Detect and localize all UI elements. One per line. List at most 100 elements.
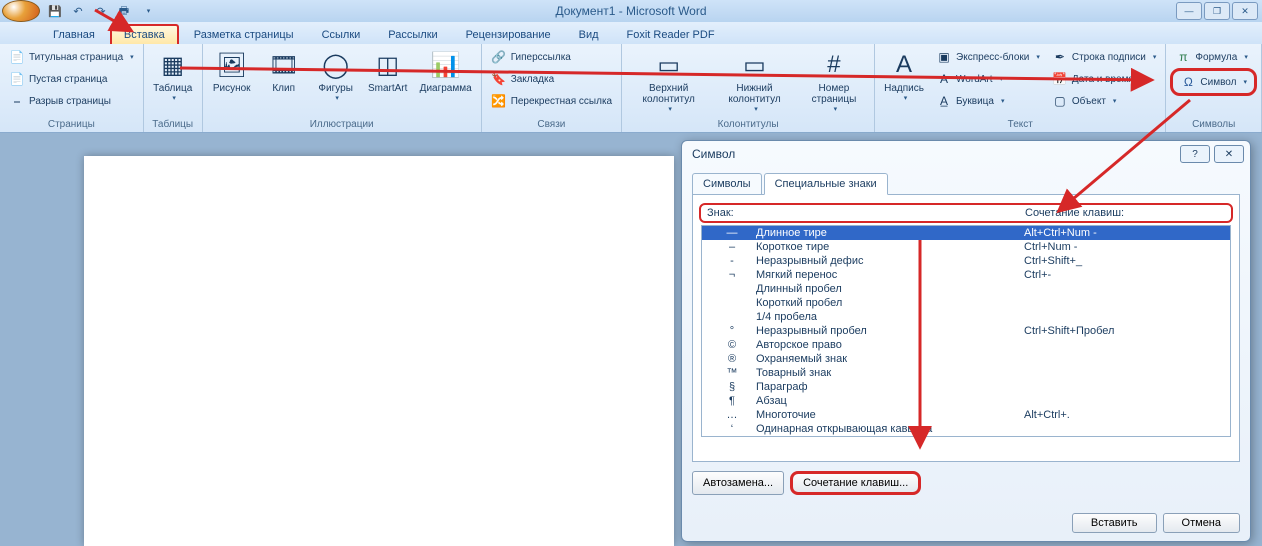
group-label: Связи [486, 117, 617, 132]
tab-view[interactable]: Вид [566, 25, 612, 44]
clip-icon: 🎞 [268, 49, 300, 81]
crossref-icon: 🔀 [491, 93, 507, 109]
footer-icon: ▭ [739, 49, 771, 81]
symbol-button[interactable]: ΩСимвол [1175, 71, 1252, 93]
number-icon: # [818, 49, 850, 81]
page-icon: 📄 [9, 49, 25, 65]
header-button[interactable]: ▭Верхний колонтитул [626, 46, 711, 117]
shapes-button[interactable]: ◯Фигуры [311, 46, 361, 117]
cover-page-button[interactable]: 📄Титульная страница [4, 46, 139, 68]
window-title: Документ1 - Microsoft Word [555, 4, 706, 18]
dialog-title: Символ [682, 141, 1250, 167]
list-item[interactable]: -Неразрывный дефисCtrl+Shift+_ [702, 254, 1230, 268]
dialog-tabs: Символы Специальные знаки [682, 173, 1250, 195]
tab-home[interactable]: Главная [40, 25, 108, 44]
dialog-body: Знак: Сочетание клавиш: —Длинное тиреAlt… [692, 194, 1240, 462]
undo-icon[interactable]: ↶ [67, 1, 89, 21]
list-item[interactable]: ™Товарный знак [702, 366, 1230, 380]
tab-foxit[interactable]: Foxit Reader PDF [614, 25, 728, 44]
smartart-button[interactable]: ◫SmartArt [363, 46, 413, 117]
shortcut-button[interactable]: Сочетание клавиш... [790, 471, 921, 495]
header-icon: ▭ [653, 49, 685, 81]
help-button[interactable]: ? [1180, 145, 1210, 163]
close-button[interactable]: ✕ [1214, 145, 1244, 163]
autocorrect-button[interactable]: Автозамена... [692, 471, 784, 495]
bookmark-icon: 🔖 [491, 71, 507, 87]
minimize-button[interactable]: — [1176, 2, 1202, 20]
group-label: Иллюстрации [207, 117, 477, 132]
datetime-button[interactable]: 📅Дата и время [1047, 68, 1162, 90]
qat-more-icon[interactable] [136, 1, 158, 21]
office-button[interactable] [2, 0, 40, 22]
dialog-footer-buttons: Вставить Отмена [1072, 513, 1240, 533]
picture-button[interactable]: 🖼Рисунок [207, 46, 257, 117]
chart-button[interactable]: 📊Диаграмма [415, 46, 477, 117]
tab-page-layout[interactable]: Разметка страницы [181, 25, 307, 44]
list-item[interactable]: –Короткое тиреCtrl+Num - [702, 240, 1230, 254]
tab-insert[interactable]: Вставка [110, 24, 179, 44]
save-icon[interactable]: 💾 [44, 1, 66, 21]
footer-button[interactable]: ▭Нижний колонтитул [713, 46, 796, 117]
object-icon: ▢ [1052, 93, 1068, 109]
list-item[interactable]: Длинный пробел [702, 282, 1230, 296]
list-item[interactable]: —Длинное тиреAlt+Ctrl+Num - [702, 226, 1230, 240]
maximize-button[interactable]: ❐ [1204, 2, 1230, 20]
list-item[interactable]: §Параграф [702, 380, 1230, 394]
print-icon[interactable]: 🖶 [113, 1, 135, 21]
symbol-dialog: Символ ? ✕ Символы Специальные знаки Зна… [681, 140, 1251, 542]
list-item[interactable]: ©Авторское право [702, 338, 1230, 352]
highlight-box: ΩСимвол [1170, 68, 1257, 96]
blank-page-button[interactable]: 📄Пустая страница [4, 68, 139, 90]
list-item[interactable]: 1/4 пробела [702, 310, 1230, 324]
list-item[interactable]: ¬Мягкий переносCtrl+- [702, 268, 1230, 282]
quickparts-button[interactable]: ▣Экспресс-блоки [931, 46, 1045, 68]
window-controls: — ❐ ✕ [1176, 2, 1258, 20]
signature-button[interactable]: ✒Строка подписи [1047, 46, 1162, 68]
wordart-button[interactable]: AWordArt [931, 68, 1045, 90]
blocks-icon: ▣ [936, 49, 952, 65]
cancel-button[interactable]: Отмена [1163, 513, 1240, 533]
list-item[interactable]: ®Охраняемый знак [702, 352, 1230, 366]
group-symbols: πФормула ΩСимвол Символы [1166, 44, 1262, 132]
group-tables: ▦ Таблица Таблицы [144, 44, 203, 132]
list-item[interactable]: ¶Абзац [702, 394, 1230, 408]
smartart-icon: ◫ [372, 49, 404, 81]
page-break-button[interactable]: ⎯Разрыв страницы [4, 90, 139, 112]
tab-review[interactable]: Рецензирование [453, 25, 564, 44]
redo-icon[interactable]: ↷ [90, 1, 112, 21]
break-icon: ⎯ [9, 93, 25, 109]
list-item[interactable]: …МноготочиеAlt+Ctrl+. [702, 408, 1230, 422]
equation-button[interactable]: πФормула [1170, 46, 1257, 68]
group-label: Текст [879, 117, 1161, 132]
textbox-button[interactable]: AНадпись [879, 46, 929, 117]
hyperlink-button[interactable]: 🔗Гиперссылка [486, 46, 617, 68]
dropcap-icon: A̲ [936, 93, 952, 109]
list-item[interactable]: ‘Одинарная открывающая кавычка [702, 422, 1230, 436]
insert-button[interactable]: Вставить [1072, 513, 1157, 533]
dropcap-button[interactable]: A̲Буквица [931, 90, 1045, 112]
date-icon: 📅 [1052, 71, 1068, 87]
tab-mailings[interactable]: Рассылки [375, 25, 450, 44]
key-header: Сочетание клавиш: [1025, 207, 1225, 219]
group-links: 🔗Гиперссылка 🔖Закладка 🔀Перекрестная ссы… [482, 44, 622, 132]
bookmark-button[interactable]: 🔖Закладка [486, 68, 617, 90]
dialog-left-buttons: Автозамена... Сочетание клавиш... [682, 463, 1250, 503]
object-button[interactable]: ▢Объект [1047, 90, 1162, 112]
omega-icon: Ω [1180, 74, 1196, 90]
document-page[interactable] [84, 156, 674, 546]
tab-references[interactable]: Ссылки [309, 25, 374, 44]
titlebar: 💾 ↶ ↷ 🖶 Документ1 - Microsoft Word — ❐ ✕ [0, 0, 1262, 22]
special-chars-list[interactable]: —Длинное тиреAlt+Ctrl+Num -–Короткое тир… [701, 225, 1231, 437]
page-number-button[interactable]: #Номер страницы [798, 46, 870, 117]
tab-symbols[interactable]: Символы [692, 173, 762, 195]
close-button[interactable]: ✕ [1232, 2, 1258, 20]
ribbon-tabs: Главная Вставка Разметка страницы Ссылки… [0, 22, 1262, 44]
clip-button[interactable]: 🎞Клип [259, 46, 309, 117]
table-button[interactable]: ▦ Таблица [148, 46, 198, 117]
group-pages: 📄Титульная страница 📄Пустая страница ⎯Ра… [0, 44, 144, 132]
group-label: Страницы [4, 117, 139, 132]
tab-special[interactable]: Специальные знаки [764, 173, 888, 195]
list-item[interactable]: Короткий пробел [702, 296, 1230, 310]
list-item[interactable]: °Неразрывный пробелCtrl+Shift+Пробел [702, 324, 1230, 338]
crossref-button[interactable]: 🔀Перекрестная ссылка [486, 90, 617, 112]
